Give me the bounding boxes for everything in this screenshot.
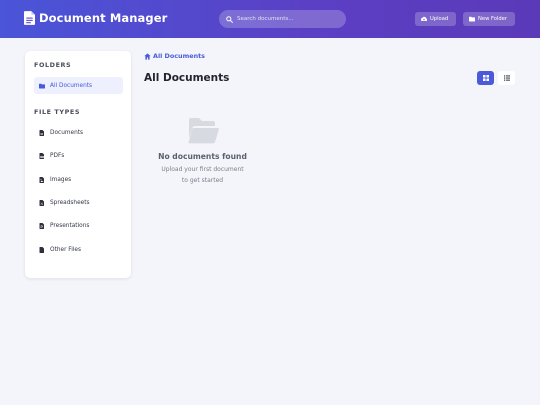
upload-label: Upload [430, 16, 449, 22]
sidebar-item-presentations[interactable]: Presentations [34, 217, 123, 234]
cloud-upload-icon [421, 16, 427, 22]
app-header: Document Manager Upload New Folder [0, 0, 540, 38]
sidebar-item-label: PDFs [50, 152, 65, 159]
grid-icon [482, 75, 489, 81]
sidebar-item-label: All Documents [50, 82, 93, 89]
file-image-icon [39, 176, 44, 183]
file-pdf-icon: PDF [39, 152, 44, 159]
breadcrumb[interactable]: All Documents [144, 52, 205, 60]
folder-plus-icon [469, 16, 475, 22]
sidebar-item-images[interactable]: Images [34, 171, 123, 188]
search-input[interactable] [237, 16, 337, 22]
empty-state: No documents found Upload your first doc… [144, 118, 261, 186]
search-icon [226, 15, 233, 23]
grid-view-button[interactable] [477, 71, 494, 85]
sidebar-item-label: Spreadsheets [50, 199, 90, 206]
sidebar-item-label: Other Files [50, 246, 82, 253]
home-icon [144, 52, 151, 60]
app-title: Document Manager [39, 11, 168, 25]
folder-icon [39, 83, 45, 88]
sidebar-item-spreadsheets[interactable]: Spreadsheets [34, 194, 123, 211]
breadcrumb-label: All Documents [153, 52, 205, 60]
file-types-heading: FILE TYPES [34, 108, 81, 116]
sidebar: FOLDERS All Documents FILE TYPES Documen… [25, 51, 131, 278]
sidebar-item-pdfs[interactable]: PDF PDFs [34, 147, 123, 164]
search-bar[interactable] [219, 10, 346, 28]
file-doc-icon [39, 129, 44, 136]
sidebar-item-documents[interactable]: Documents [34, 124, 123, 141]
sidebar-item-all-documents[interactable]: All Documents [34, 77, 123, 94]
empty-state-subtitle-line2: to get started [181, 177, 224, 184]
page-title: All Documents [144, 72, 230, 84]
list-view-button[interactable] [498, 71, 515, 85]
new-folder-button[interactable]: New Folder [463, 12, 515, 26]
file-presentation-icon [39, 222, 44, 229]
file-icon [39, 246, 44, 253]
brand[interactable]: Document Manager [24, 11, 167, 25]
sidebar-item-label: Images [50, 176, 72, 183]
new-folder-label: New Folder [478, 16, 507, 22]
folder-open-icon [188, 118, 219, 144]
sidebar-item-label: Documents [50, 129, 84, 136]
empty-state-title: No documents found [158, 152, 247, 161]
sidebar-item-label: Presentations [50, 222, 90, 229]
folders-heading: FOLDERS [34, 61, 72, 69]
document-icon [24, 11, 35, 25]
list-icon [503, 75, 510, 81]
empty-state-subtitle-line1: Upload your first document [161, 166, 244, 173]
sidebar-item-other-files[interactable]: Other Files [34, 241, 123, 258]
upload-button[interactable]: Upload [415, 12, 456, 26]
file-spreadsheet-icon [39, 199, 44, 206]
